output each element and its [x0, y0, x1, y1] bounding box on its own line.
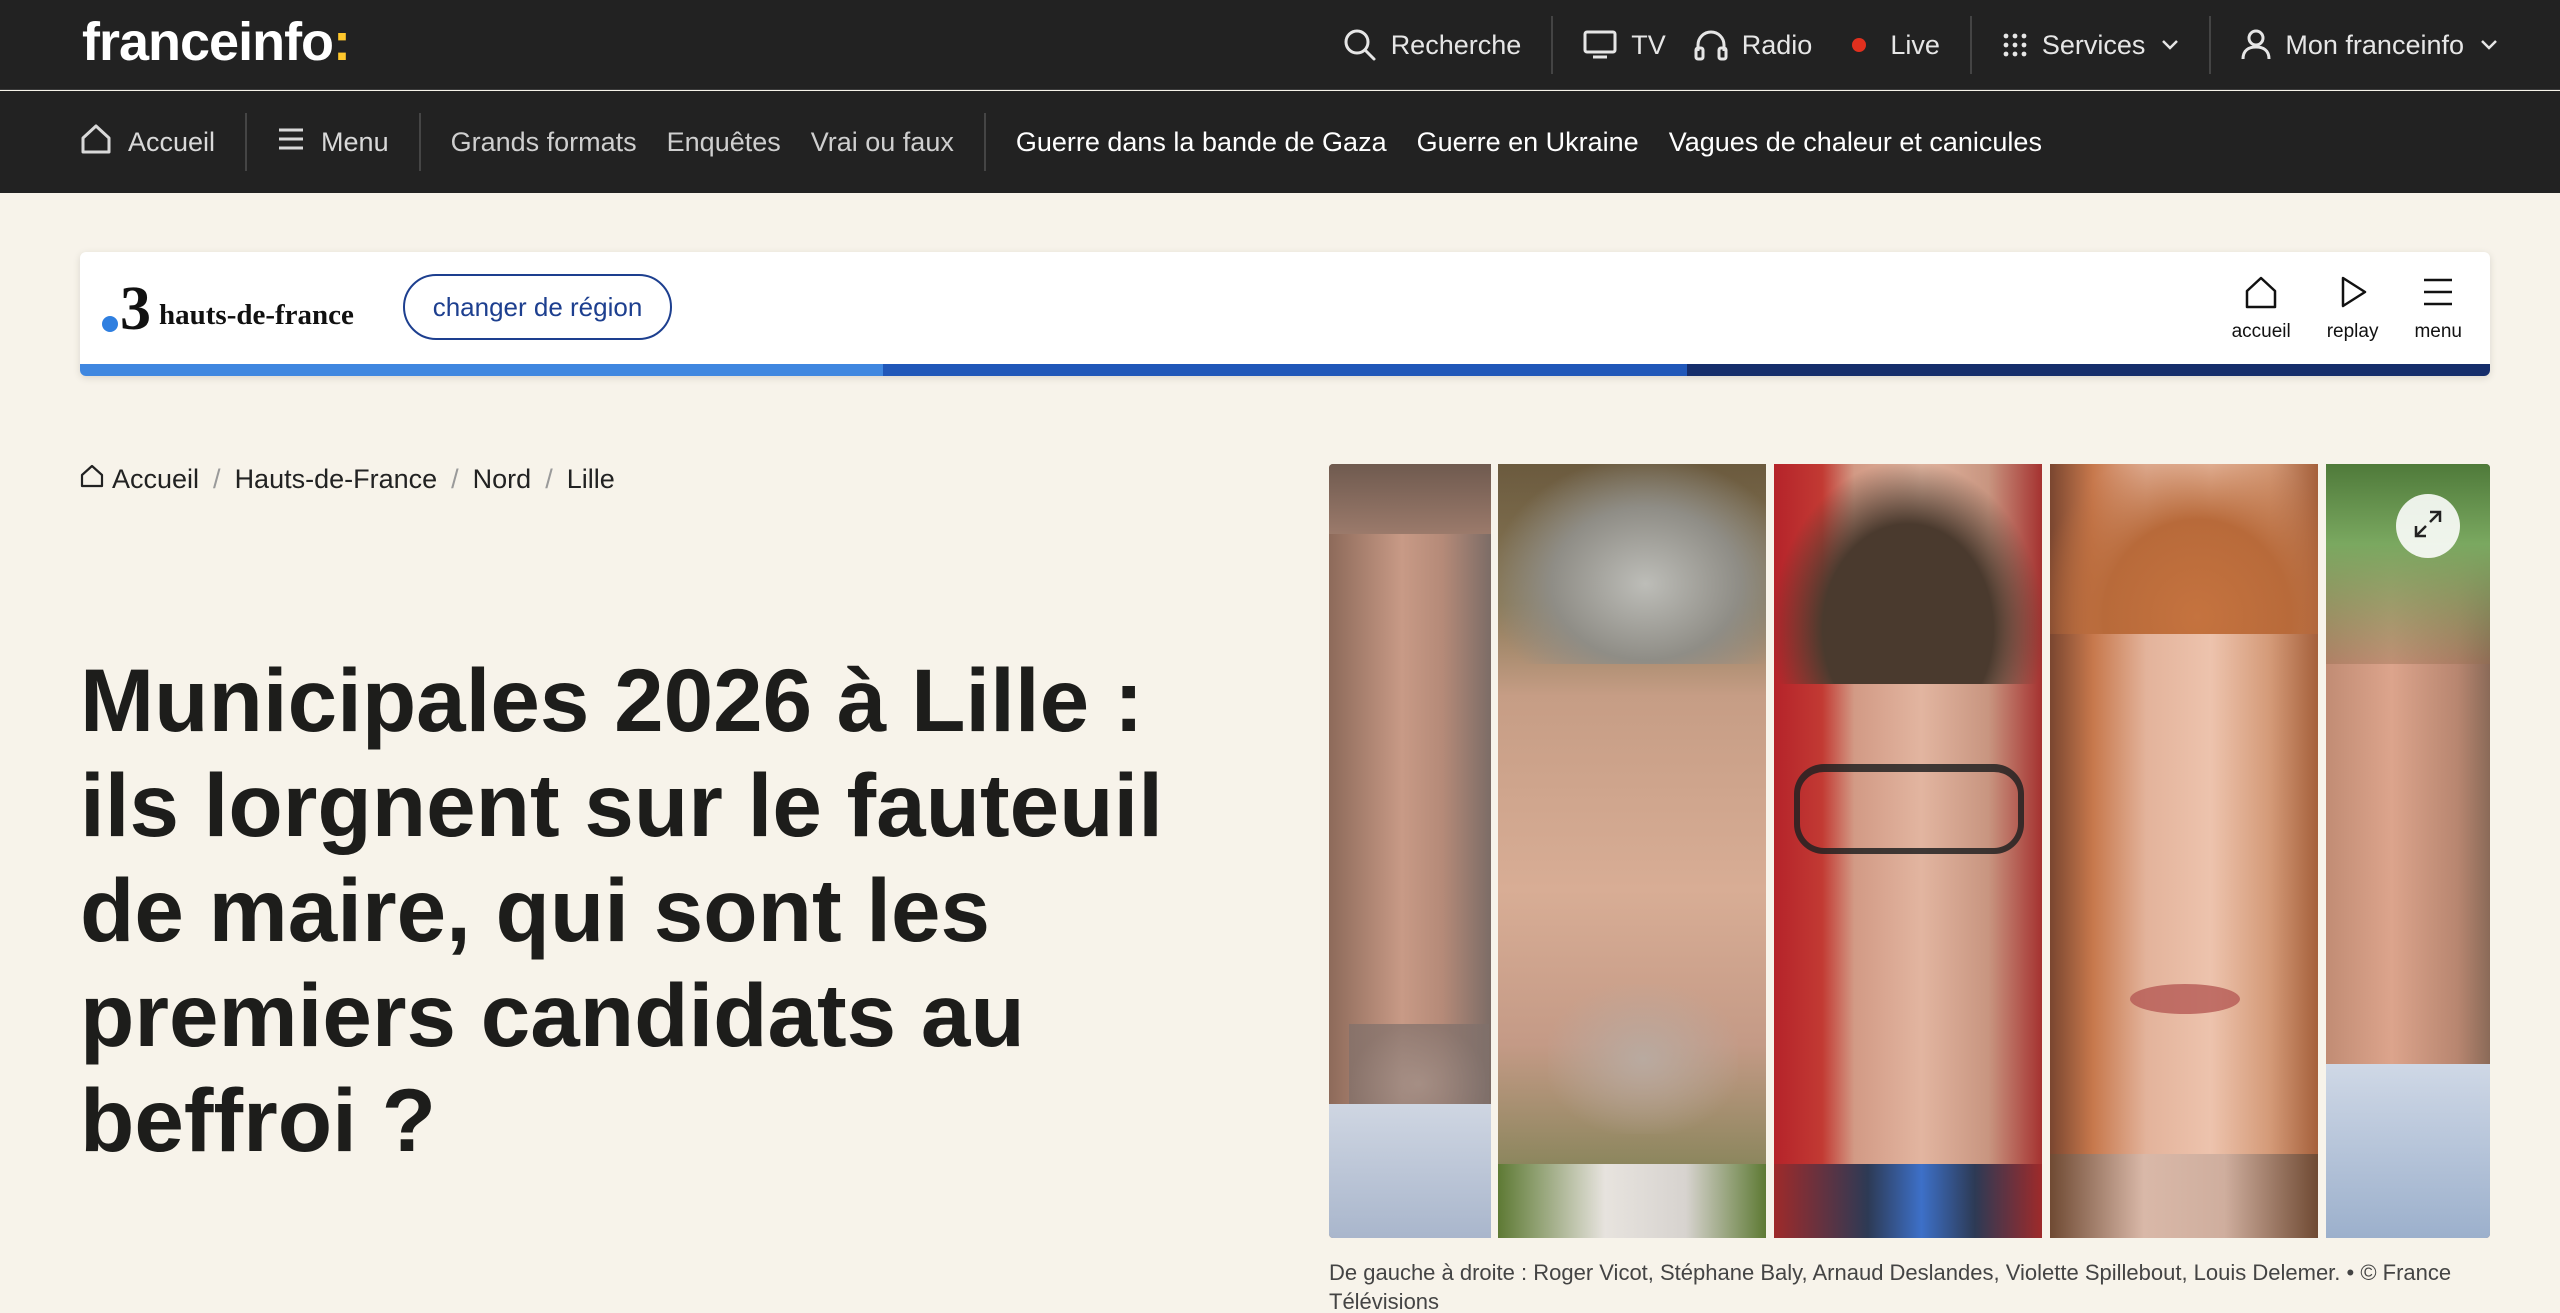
logo-number: 3	[120, 275, 151, 343]
nav-link-enquetes[interactable]: Enquêtes	[667, 127, 781, 158]
live-link[interactable]: Live	[1852, 0, 1940, 90]
photo-panel	[2326, 464, 2490, 1238]
chevron-down-icon	[2480, 39, 2498, 51]
services-label: Services	[2041, 29, 2146, 60]
region-home-button[interactable]: accueil	[2232, 274, 2291, 343]
account-label: Mon franceinfo	[2285, 29, 2464, 60]
home-icon	[80, 123, 112, 162]
live-dot-icon	[1852, 38, 1867, 52]
nav-home[interactable]: Accueil	[80, 123, 215, 162]
expand-icon	[2412, 508, 2444, 545]
breadcrumb-home-label: Accueil	[112, 464, 200, 494]
logo-dot	[102, 316, 118, 332]
logo-text: franceinfo	[82, 12, 334, 72]
radio-link[interactable]: Radio	[1694, 0, 1813, 90]
hamburger-icon	[277, 127, 305, 158]
franceinfo-logo[interactable]: franceinfo:	[82, 12, 351, 72]
breadcrumb-separator: /	[213, 464, 221, 494]
grid-icon	[2002, 32, 2028, 58]
chevron-down-icon	[2161, 39, 2179, 51]
photo-caption: De gauche à droite : Roger Vicot, Stépha…	[1329, 1260, 2452, 1313]
tv-label: TV	[1631, 29, 1666, 60]
nav-link-grands-formats[interactable]: Grands formats	[451, 127, 637, 158]
nav-menu[interactable]: Menu	[277, 127, 389, 158]
home-icon	[80, 464, 104, 495]
region-actions: accueil replay menu	[2196, 274, 2462, 343]
region-replay-label: replay	[2326, 321, 2379, 342]
nav-menu-label: Menu	[321, 126, 389, 157]
region-menu-button[interactable]: menu	[2414, 274, 2462, 343]
nav-home-label: Accueil	[128, 126, 216, 157]
nav-link-ukraine[interactable]: Guerre en Ukraine	[1417, 127, 1639, 158]
services-menu[interactable]: Services	[2002, 0, 2180, 90]
expand-image-button[interactable]	[2396, 494, 2460, 558]
top-nav: Recherche TV Radio Live Services Mon fra…	[1343, 0, 2498, 90]
account-menu[interactable]: Mon franceinfo	[2241, 0, 2498, 90]
region-banner: 3 hauts-de-france changer de région accu…	[80, 252, 2490, 376]
live-label: Live	[1890, 29, 1940, 60]
search-button[interactable]: Recherche	[1343, 0, 1522, 90]
region-menu-label: menu	[2414, 321, 2462, 342]
breadcrumb-separator: /	[545, 464, 553, 494]
breadcrumb-hauts-de-france[interactable]: Hauts-de-France	[235, 464, 438, 495]
main-nav: Accueil Menu Grands formats Enquêtes Vra…	[0, 91, 2560, 193]
stripe-segment	[883, 364, 1687, 376]
divider	[245, 113, 248, 171]
breadcrumb: Accueil / Hauts-de-France / Nord / Lille	[80, 464, 615, 495]
change-region-button[interactable]: changer de région	[403, 274, 672, 340]
article-photo	[1329, 464, 2490, 1238]
stripe-segment	[80, 364, 884, 376]
article-headline: Municipales 2026 à Lille : ils lorgnent …	[80, 650, 1163, 1170]
search-label: Recherche	[1390, 29, 1522, 60]
search-icon	[1343, 28, 1377, 62]
breadcrumb-nord[interactable]: Nord	[473, 464, 532, 495]
headphones-icon	[1694, 29, 1728, 61]
home-icon	[2243, 274, 2279, 315]
play-icon	[2335, 274, 2371, 315]
divider	[1551, 16, 1554, 74]
divider	[1969, 16, 1972, 74]
region-home-label: accueil	[2231, 321, 2291, 342]
divider	[983, 113, 986, 171]
stripe-segment	[1686, 364, 2490, 376]
tv-link[interactable]: TV	[1583, 0, 1666, 90]
photo-panel	[1498, 464, 1766, 1238]
nav-link-vrai-ou-faux[interactable]: Vrai ou faux	[811, 127, 954, 158]
breadcrumb-lille[interactable]: Lille	[567, 464, 615, 495]
user-icon	[2241, 29, 2271, 61]
top-bar: franceinfo: Recherche TV Radio Live Serv…	[0, 0, 2560, 90]
breadcrumb-home[interactable]: Accueil	[80, 464, 199, 495]
hamburger-icon	[2420, 274, 2456, 315]
divider	[2209, 16, 2212, 74]
france3-region-logo[interactable]: 3 hauts-de-france	[102, 275, 354, 343]
divider	[418, 113, 421, 171]
nav-link-gaza[interactable]: Guerre dans la bande de Gaza	[1016, 127, 1387, 158]
radio-label: Radio	[1741, 29, 1813, 60]
breadcrumb-separator: /	[451, 464, 459, 494]
photo-panel	[1774, 464, 2042, 1238]
region-color-stripe	[80, 364, 2490, 376]
logo-colon: :	[333, 12, 351, 72]
tv-icon	[1583, 30, 1617, 60]
nav-link-canicules[interactable]: Vagues de chaleur et canicules	[1669, 127, 2042, 158]
photo-panel	[2050, 464, 2318, 1238]
photo-panel	[1329, 464, 1491, 1238]
region-replay-button[interactable]: replay	[2326, 274, 2379, 343]
region-name: hauts-de-france	[159, 299, 354, 331]
